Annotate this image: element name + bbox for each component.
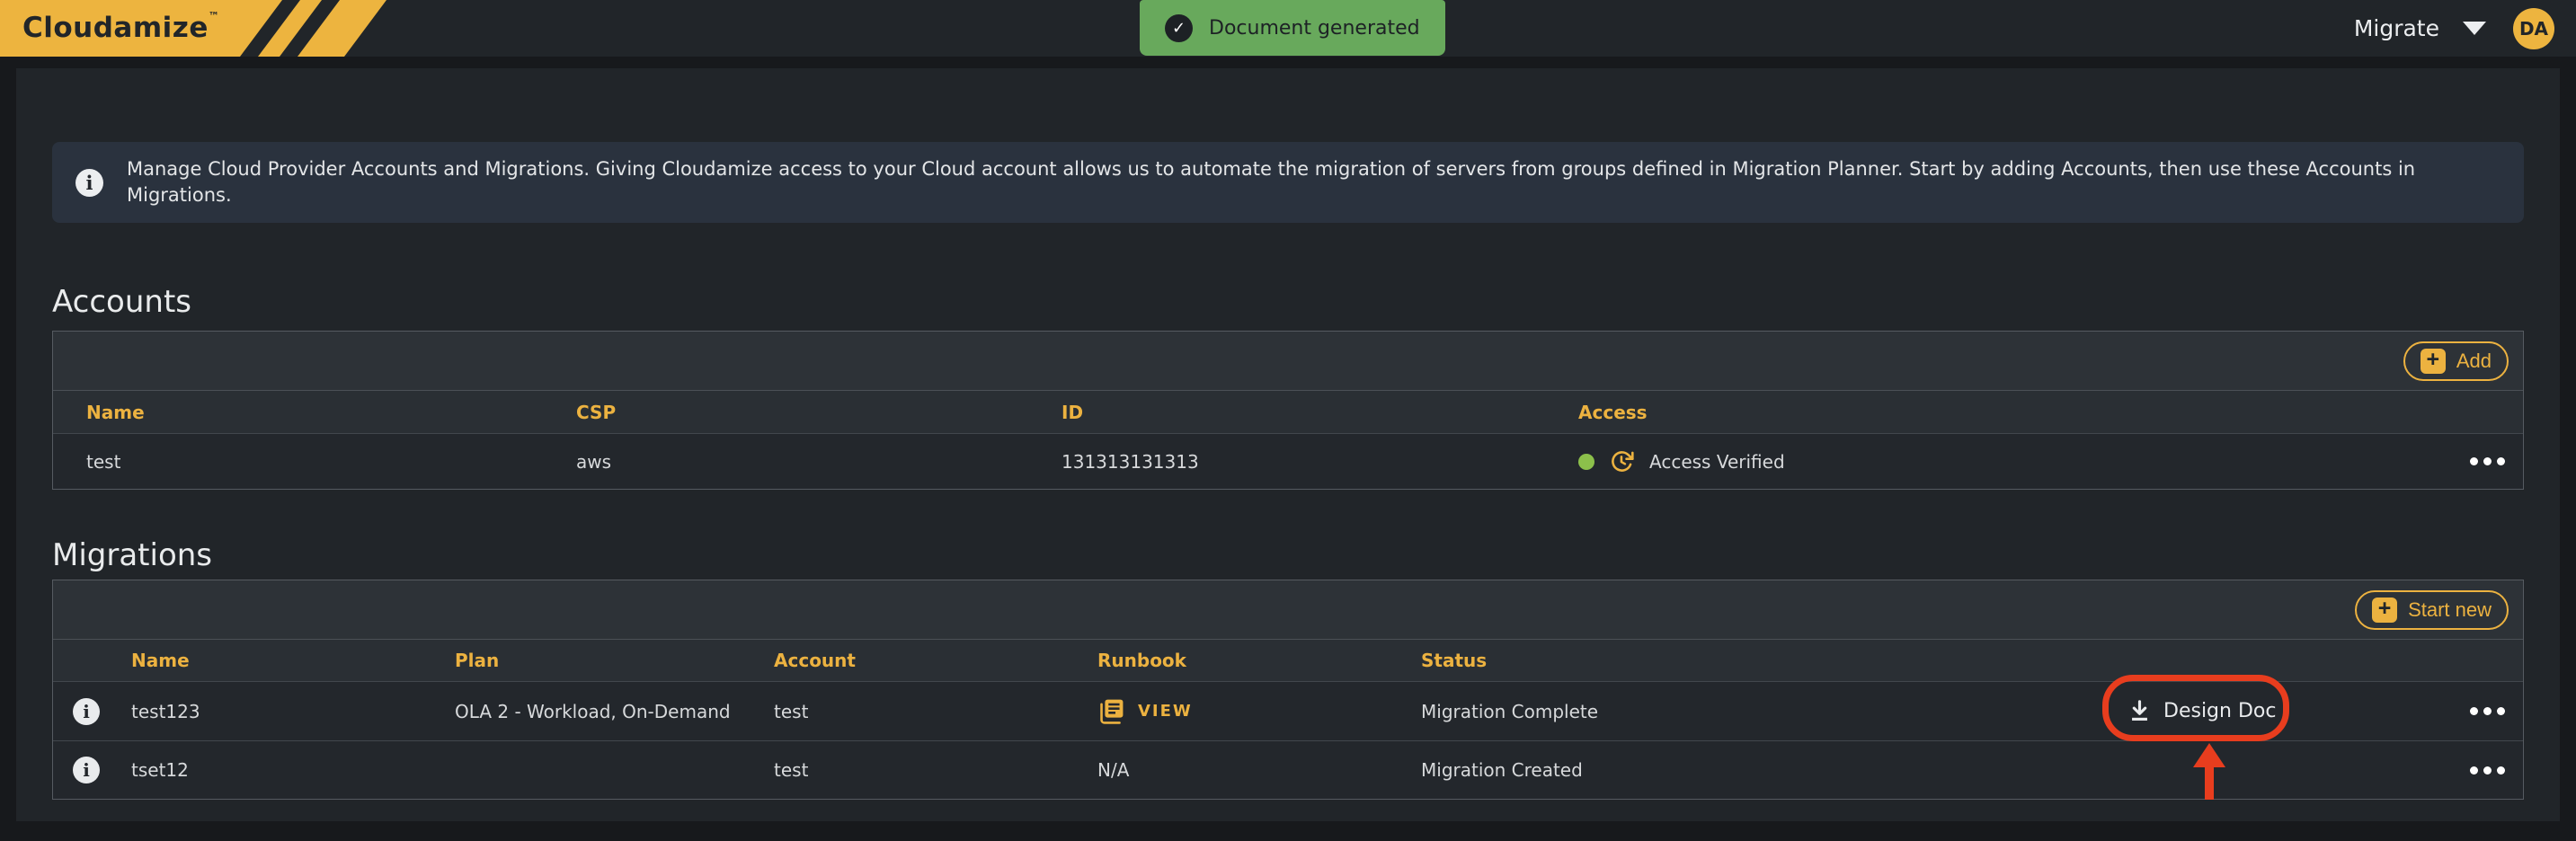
start-new-button-label: Start new (2408, 598, 2492, 622)
column-header-access: Access (1578, 402, 2451, 423)
design-doc-button[interactable]: Design Doc (2127, 699, 2451, 723)
migration-row: i test123 OLA 2 - Workload, On-Demand te… (53, 682, 2523, 740)
migrations-table: + Start new Name Plan Account Runbook St… (52, 580, 2524, 800)
accounts-table: + Add Name CSP ID Access test aws 131313… (52, 331, 2524, 490)
accounts-header-row: Name CSP ID Access (53, 391, 2523, 434)
accounts-section-title: Accounts (52, 284, 191, 320)
account-access-cell: Access Verified (1578, 449, 2451, 474)
info-icon[interactable]: i (73, 698, 100, 725)
column-header-plan: Plan (455, 650, 774, 671)
banner-text: Manage Cloud Provider Accounts and Migra… (127, 156, 2500, 208)
column-header-name: Name (120, 650, 455, 671)
add-button[interactable]: + Add (2403, 341, 2509, 381)
column-header-name: Name (53, 402, 576, 423)
download-icon (2127, 699, 2152, 723)
plus-icon: + (2372, 598, 2397, 623)
account-id-cell: 131313131313 (1061, 451, 1578, 473)
runbook-icon (1097, 697, 1125, 725)
column-header-csp: CSP (576, 402, 1061, 423)
column-header-account: Account (774, 650, 1097, 671)
migrations-section-title: Migrations (52, 537, 212, 573)
chevron-down-icon (2463, 22, 2486, 35)
runbook-na-text: N/A (1097, 759, 1129, 781)
account-actions-cell (2451, 450, 2523, 473)
plus-icon: + (2421, 349, 2446, 374)
runbook-view-link[interactable]: VIEW (1138, 702, 1193, 721)
column-header-status: Status (1421, 650, 2127, 671)
migration-runbook-cell: VIEW (1097, 697, 1421, 725)
cloudamize-logo: Cloudamize™ (0, 0, 395, 57)
migrations-header-row: Name Plan Account Runbook Status (53, 640, 2523, 682)
migration-name-cell: test123 (120, 701, 455, 722)
migration-runbook-cell: N/A (1097, 759, 1421, 781)
trademark-symbol: ™ (209, 10, 220, 22)
migration-name-cell: tset12 (120, 759, 455, 781)
account-row: test aws 131313131313 Access Verified (53, 434, 2523, 489)
migration-account-cell: test (774, 759, 1097, 781)
migration-info-cell: i (53, 698, 120, 725)
migration-status-cell: Migration Complete (1421, 701, 2127, 722)
info-icon: i (76, 169, 103, 197)
migration-row: i tset12 test N/A Migration Created (53, 740, 2523, 799)
migrate-dropdown[interactable]: Migrate (2354, 15, 2486, 41)
access-status-dot (1578, 454, 1594, 470)
start-new-button[interactable]: + Start new (2355, 590, 2509, 630)
column-header-runbook: Runbook (1097, 650, 1421, 671)
add-button-label: Add (2456, 350, 2492, 373)
design-doc-label: Design Doc (2163, 700, 2276, 722)
topbar: Cloudamize™ ✓ Document generated Migrate… (0, 0, 2576, 57)
column-header-id: ID (1061, 402, 1578, 423)
row-actions-menu[interactable] (2466, 759, 2509, 782)
account-csp-cell: aws (576, 451, 1061, 473)
topbar-right: Migrate DA (2354, 0, 2554, 57)
info-icon[interactable]: i (73, 757, 100, 783)
migration-status-cell: Migration Created (1421, 759, 2127, 781)
row-actions-menu[interactable] (2466, 700, 2509, 722)
migration-info-cell: i (53, 757, 120, 783)
migrate-label: Migrate (2354, 15, 2439, 41)
access-status-text: Access Verified (1649, 451, 1785, 473)
toast-notification: ✓ Document generated (1140, 0, 1445, 56)
user-avatar[interactable]: DA (2513, 8, 2554, 49)
row-actions-menu[interactable] (2466, 450, 2509, 473)
migration-account-cell: test (774, 701, 1097, 722)
migrations-toolbar: + Start new (53, 580, 2523, 640)
toast-label: Document generated (1209, 17, 1420, 40)
migration-plan-cell: OLA 2 - Workload, On-Demand (455, 701, 774, 722)
info-banner: i Manage Cloud Provider Accounts and Mig… (52, 142, 2524, 223)
refresh-clock-icon[interactable] (1610, 449, 1634, 474)
account-name-cell: test (53, 451, 576, 473)
migration-actions-cell (2451, 759, 2523, 782)
migration-actions-cell (2451, 700, 2523, 722)
check-icon: ✓ (1165, 14, 1193, 42)
accounts-toolbar: + Add (53, 332, 2523, 391)
brand-text: Cloudamize™ (22, 12, 219, 44)
